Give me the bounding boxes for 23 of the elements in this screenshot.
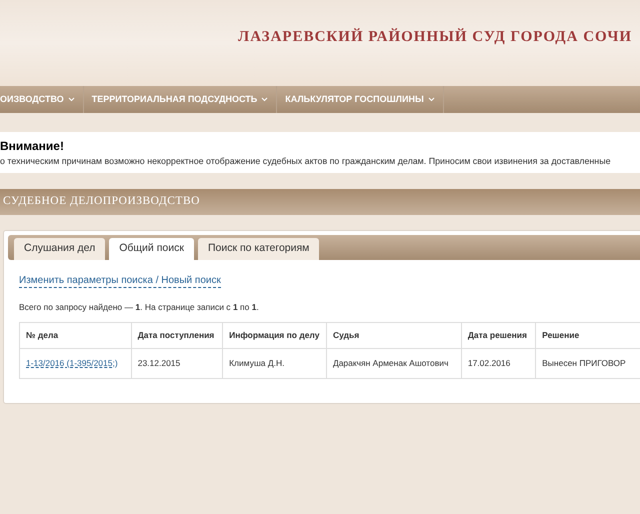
tab[interactable]: Поиск по категориям [198,238,320,260]
chevron-down-icon [68,97,75,102]
chevron-down-icon [428,97,435,102]
notice-title: Внимание! [0,140,65,152]
results-summary: Всего по запросу найдено — 1. На странице записи с 1 по 1. [19,301,260,314]
case-number-link[interactable]: 1-13/2016 (1-395/2015;) [20,348,132,378]
section-title: СУДЕБНОЕ ДЕЛОПРОИЗВОДСТВО [3,194,200,210]
tab[interactable]: Слушания дел [14,238,106,260]
table-cell: Климуша Д.Н. [222,348,326,378]
table-cell: Даракчян Арменак Ашотович [326,348,462,378]
column-header: Решение [536,322,640,348]
column-header: № дела [20,322,132,348]
column-header: Дата решения [461,322,536,348]
tab[interactable]: Общий поиск [109,238,194,260]
table-cell: 23.12.2015 [131,348,223,378]
column-header: Дата поступления [131,322,223,348]
notice-text: о техническим причинам возможно некорректное отображение судебных актов по гражданским делам. Приносим свои извинения за доставленные [0,156,612,166]
chevron-down-icon [261,97,268,102]
column-header: Судья [326,322,462,348]
column-header: Информация по делу [222,322,326,348]
court-title: ЛАЗАРЕВСКИЙ РАЙОННЫЙ СУД ГОРОДА СОЧИ [238,27,632,47]
search-link[interactable]: Изменить параметры поиска / Новый поиск [19,275,221,288]
table-cell: 17.02.2016 [461,348,536,378]
